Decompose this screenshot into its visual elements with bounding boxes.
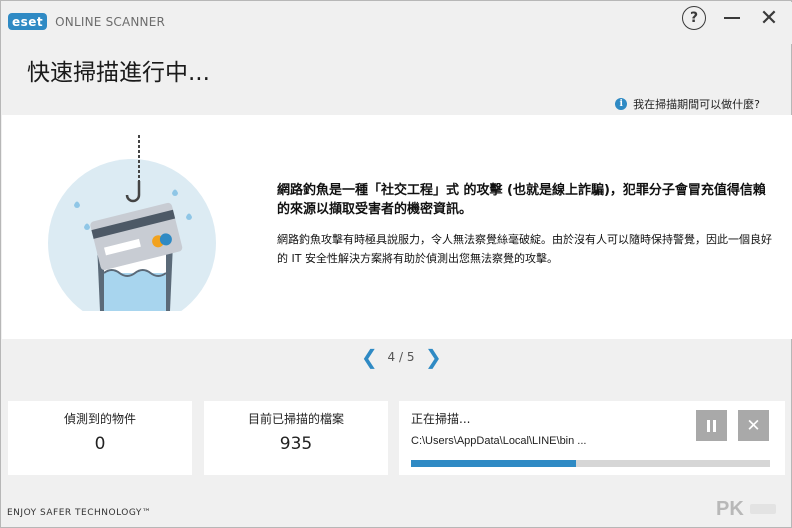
title-bar: eset ONLINE SCANNER ? ✕ <box>2 2 792 44</box>
help-link-label: 我在掃描期間可以做什麼? <box>633 98 760 111</box>
minimize-icon <box>724 17 740 19</box>
scan-progress-card: 正在掃描... C:\Users\AppData\Local\LINE\bin … <box>399 401 785 475</box>
scanned-files-label: 目前已掃描的檔案 <box>247 412 344 426</box>
page-title: 快速掃描進行中... <box>27 60 210 86</box>
phishing-illustration <box>48 135 216 311</box>
close-button[interactable]: ✕ <box>756 6 782 31</box>
tip-headline: 網路釣魚是一種「社交工程」式 的攻擊 (也就是線上詐騙)，犯罪分子會冒充值得信賴… <box>277 183 766 217</box>
app-name: ONLINE SCANNER <box>55 14 166 29</box>
help-icon[interactable]: ? <box>682 6 706 30</box>
info-icon: i <box>615 98 628 110</box>
detected-objects-value: 0 <box>94 434 106 454</box>
scanned-files-card: 目前已掃描的檔案 935 <box>204 401 388 475</box>
scan-progress-fill <box>411 460 577 467</box>
pager-indicator: 4 / 5 <box>387 350 415 364</box>
minimize-button[interactable] <box>719 6 745 30</box>
footer-tagline: ENJOY SAFER TECHNOLOGY™ <box>7 508 152 518</box>
stop-button[interactable]: ✕ <box>738 410 769 441</box>
scanned-files-value: 935 <box>279 434 313 454</box>
eset-logo-badge: eset <box>8 13 48 30</box>
app-logo: eset ONLINE SCANNER <box>8 13 165 30</box>
help-link[interactable]: i 我在掃描期間可以做什麼? <box>615 96 760 112</box>
scanning-label: 正在掃描... <box>411 412 471 426</box>
tip-body: 網路釣魚攻擊有時極具說服力，令人無法察覺絲毫破綻。由於沒有人可以隨時保持警覺，因… <box>277 233 772 265</box>
pk-watermark-logo: PK <box>716 498 776 520</box>
current-file-path: C:\Users\AppData\Local\LINE\bin ... <box>411 435 587 447</box>
pause-button[interactable] <box>696 410 727 441</box>
chevron-left-icon[interactable]: ❮ <box>361 345 378 369</box>
tip-panel: 網路釣魚是一種「社交工程」式 的攻擊 (也就是線上詐騙)，犯罪分子會冒充值得信賴… <box>2 115 792 339</box>
tip-pager: ❮ 4 / 5 ❯ <box>361 345 442 369</box>
app-window: eset ONLINE SCANNER ? ✕ 快速掃描進行中... i 我在掃… <box>0 0 792 528</box>
svg-text:PK: PK <box>716 498 744 520</box>
scan-progress-bar <box>411 460 770 467</box>
pause-icon-bar <box>713 419 716 432</box>
tip-text: 網路釣魚是一種「社交工程」式 的攻擊 (也就是線上詐騙)，犯罪分子會冒充值得信賴… <box>277 181 777 268</box>
detected-objects-card: 偵測到的物件 0 <box>8 401 192 475</box>
detected-objects-label: 偵測到的物件 <box>63 412 136 426</box>
pause-icon <box>707 419 710 432</box>
chevron-right-icon[interactable]: ❯ <box>425 345 442 369</box>
